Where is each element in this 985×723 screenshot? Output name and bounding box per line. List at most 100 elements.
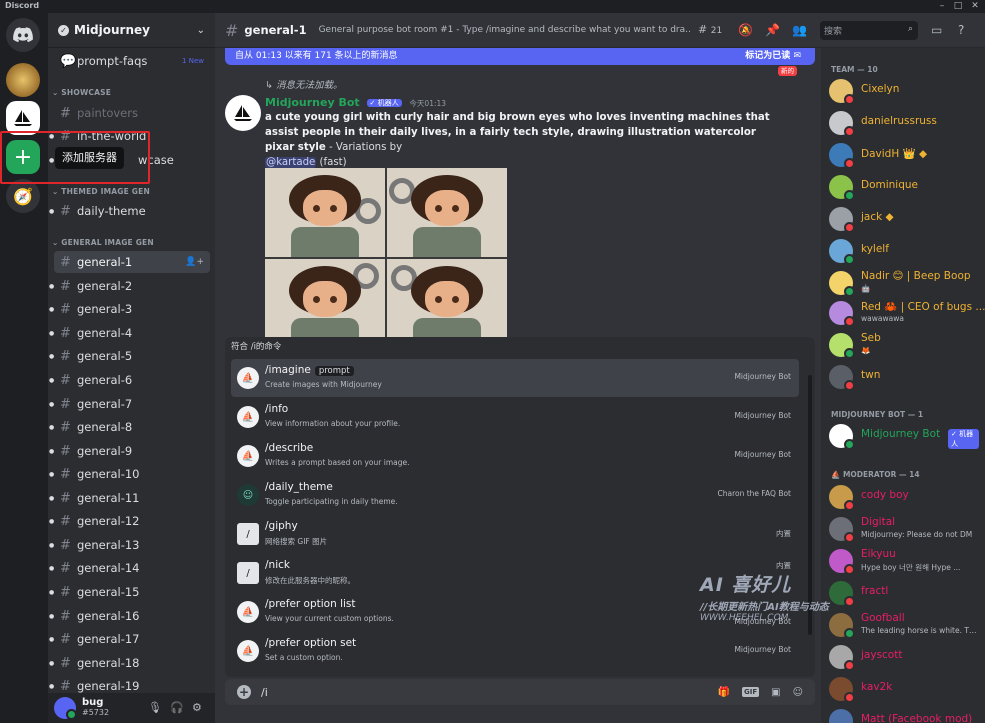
variation-text: - Variations by [325,142,403,153]
channel-general-17[interactable]: ● # general-17 [49,628,210,650]
guild-name: Midjourney [74,23,150,37]
channel-general-14[interactable]: ● # general-14 [49,557,210,579]
member-item[interactable]: danielrussruss [829,108,979,138]
channel-general-7[interactable]: ● # general-7 [49,393,210,415]
invite-user-icon[interactable]: 👤+ [185,257,204,267]
inbox-icon[interactable]: ▭ [931,23,942,37]
member-category-bot: MIDJOURNEY BOT — 1 [831,410,924,419]
image-tile[interactable] [387,259,507,348]
member-item[interactable]: Eikyuu Hype boy 너만 원해 Hype ... [829,546,979,576]
member-item[interactable]: jayscott [829,642,979,672]
channel-general-3[interactable]: ● # general-3 [49,298,210,320]
image-grid[interactable] [265,168,507,348]
sticker-icon[interactable]: ▣ [771,687,780,698]
gear-icon[interactable]: ⚙ [192,701,202,714]
add-attachment-icon[interactable]: + [237,685,251,699]
member-item[interactable]: DavidH 👑 ◆ [829,140,979,170]
guild-header[interactable]: ✓ Midjourney ⌄ [48,13,215,48]
channel-general-4[interactable]: ● # general-4 [49,322,210,344]
member-item[interactable]: jack ◆ [829,204,979,234]
explore-compass-icon[interactable]: 🧭 [6,179,40,213]
command-item-giphy[interactable]: / /giphy 网络搜索 GIF 图片 内置 [231,515,799,553]
message-input[interactable]: /i [261,686,718,699]
member-item[interactable]: kav2k [829,674,979,704]
image-tile[interactable] [265,168,385,257]
emoji-icon[interactable]: ☺ [793,687,803,698]
category-themed-image-gen[interactable]: ⌄ THEMED IMAGE GEN [52,187,150,196]
category-general-image-gen[interactable]: ⌄ GENERAL IMAGE GEN [52,238,154,247]
help-icon[interactable]: ? [958,23,964,37]
channel-general-11[interactable]: ● # general-11 [49,487,210,509]
member-item[interactable]: twn [829,362,979,392]
gift-icon[interactable]: 🎁 [718,687,730,698]
member-item[interactable]: fractl [829,578,979,608]
avatar[interactable] [225,95,261,131]
channel-daily-theme[interactable]: ● # daily-theme [49,200,210,222]
avatar[interactable] [54,697,77,720]
channel-topic[interactable]: General purpose bot room #1 - Type /imag… [319,25,699,35]
image-tile[interactable] [265,259,385,348]
member-item[interactable]: cody boy [829,482,979,512]
gif-icon[interactable]: GIF [741,687,760,697]
threads-icon[interactable]: # 21 [698,23,722,36]
channel-general-10[interactable]: ● # general-10 [49,463,210,485]
channel-general-9[interactable]: ● # general-9 [49,440,210,462]
channel-general-12[interactable]: ● # general-12 [49,510,210,532]
channel-general-1[interactable]: # general-1 👤+ [54,251,210,273]
microphone-muted-icon[interactable]: 🎙 [148,701,162,714]
channel-general-5[interactable]: ● # general-5 [49,345,210,367]
maximize-icon[interactable]: □ [951,0,965,12]
server-midjourney-icon[interactable] [6,101,40,135]
member-item[interactable]: Goofball The leading horse is white. Th..… [829,610,979,640]
member-item-midjourney-bot[interactable]: Midjourney Bot ✓ 机器人 [829,421,979,451]
member-name: jack ◆ [861,211,894,223]
user-mention[interactable]: @kartade [265,157,317,168]
hash-icon: # [60,105,71,121]
command-item-daily-theme[interactable]: ☺ /daily_theme Toggle participating in d… [231,476,799,514]
notification-bell-muted-icon[interactable]: 🔕 [738,23,753,37]
channel-prompt-faqs[interactable]: 💬 prompt-faqs 1 New [54,50,210,72]
command-item-info[interactable]: ⛵ /info View information about your prof… [231,398,799,436]
unread-indicator: ● [49,635,55,643]
image-tile[interactable] [387,168,507,257]
member-item[interactable]: Cixelyn [829,76,979,106]
command-source: Midjourney Bot [734,372,791,381]
channel-paintovers[interactable]: # paintovers [54,102,210,124]
member-item[interactable]: Nadir 😊 | Beep Boop 🤖 [829,268,979,298]
close-icon[interactable]: ✕ [968,0,982,12]
command-item-describe[interactable]: ⛵ /describe Writes a prompt based on you… [231,437,799,475]
reply-reference[interactable]: ↳ 消息无法加载。 [265,77,343,91]
member-item[interactable]: Digital Midjourney: Please do not DM [829,514,979,544]
member-item[interactable]: Matt (Facebook mod) [829,706,979,723]
headphones-deafened-icon[interactable]: 🎧 [170,701,184,714]
command-item-imagine[interactable]: ⛵ /imagine prompt Create images with Midj… [231,359,799,397]
channel-general-13[interactable]: ● # general-13 [49,534,210,556]
sailboat-icon [14,110,32,126]
server-gold-icon[interactable] [6,63,40,97]
member-name: Cixelyn [861,83,900,95]
mark-as-read-button[interactable]: 标记为已读 ✉ [745,48,801,65]
channel-general-6[interactable]: ● # general-6 [49,369,210,391]
command-item-prefer-option-set[interactable]: ⛵ /prefer option set Set a custom option… [231,632,799,670]
user-tag: #5732 [82,708,110,717]
channel-general-8[interactable]: ● # general-8 [49,416,210,438]
channel-general-15[interactable]: ● # general-15 [49,581,210,603]
channel-general-2[interactable]: ● # general-2 [49,275,210,297]
pin-icon[interactable]: 📌 [765,23,780,37]
new-messages-bar[interactable]: 自从 01:13 以来有 171 条以上的新消息 标记为已读 ✉ [225,48,815,65]
channel-general-18[interactable]: ● # general-18 [49,652,210,674]
message-author[interactable]: Midjourney Bot [265,96,360,109]
search-input[interactable]: 搜索 ⌕ [820,21,918,40]
home-button[interactable] [6,18,40,52]
member-item[interactable]: Seb 🦊 [829,330,979,360]
channel-general-16[interactable]: ● # general-16 [49,605,210,627]
member-name: cody boy [861,489,909,501]
channel-label: general-3 [77,302,133,316]
member-list-icon[interactable]: 👥 [792,23,807,37]
member-item[interactable]: Red 🦀 | CEO of bugs ... wawawawa [829,298,985,328]
new-divider-pill: 新的 [778,66,797,76]
member-item[interactable]: Dominique [829,172,979,202]
minimize-icon[interactable]: – [935,0,949,12]
member-item[interactable]: kylelf [829,236,979,266]
category-showcase[interactable]: ⌄ SHOWCASE [52,88,111,97]
